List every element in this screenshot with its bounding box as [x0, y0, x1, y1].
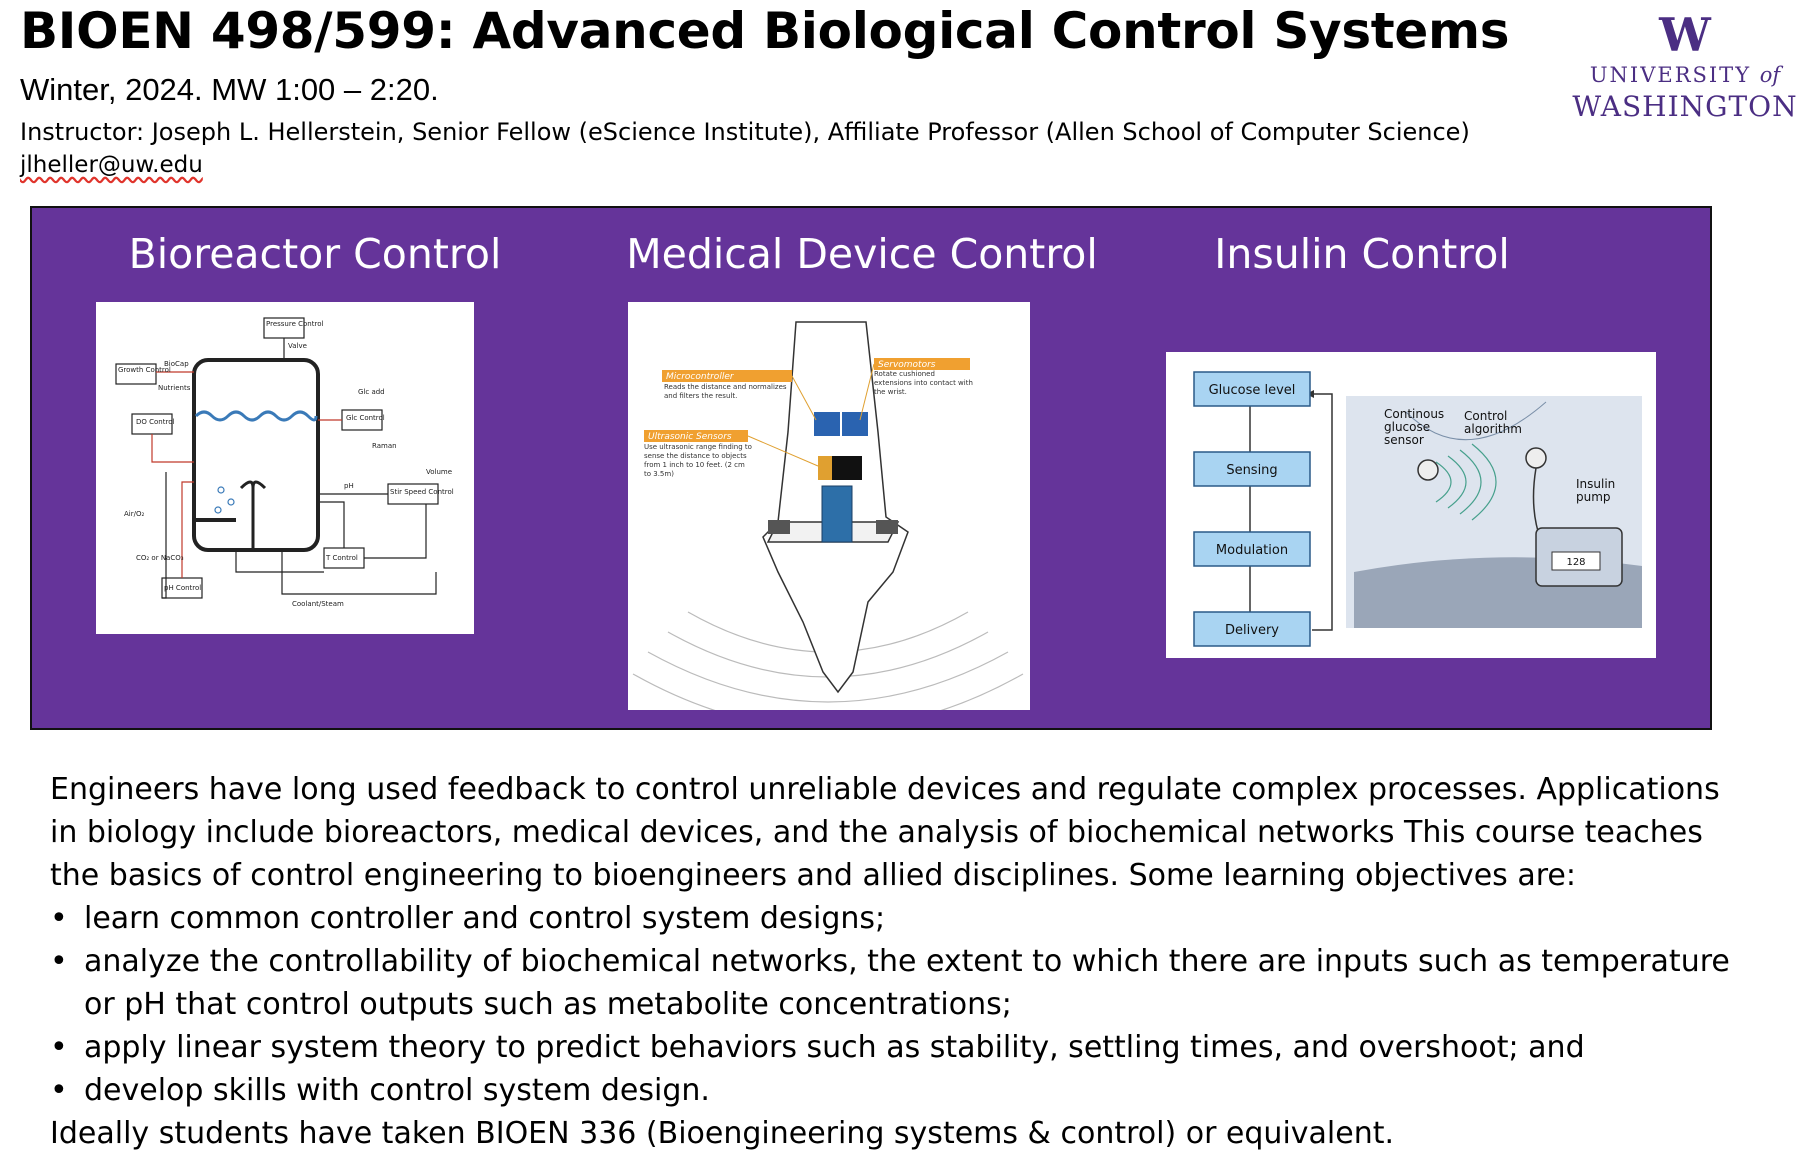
flow-glucose-level: Glucose level [1209, 383, 1296, 398]
course-description: Engineers have long used feedback to con… [50, 768, 1750, 1155]
objective-text: analyze the controllability of biochemic… [84, 944, 1730, 1022]
flow-delivery: Delivery [1225, 623, 1279, 638]
logo-university-line: UNIVERSITY of [1572, 60, 1798, 90]
objectives-list: • learn common controller and control sys… [50, 897, 1750, 1112]
cgm-label: Continous glucose sensor [1384, 408, 1445, 447]
valve-label: Valve [288, 342, 307, 350]
logo-of-text: of [1759, 63, 1781, 87]
glc-control-label: Glc Control [346, 414, 385, 422]
air-o2-label: Air/O₂ [124, 510, 144, 518]
wrist-device-illustration: Microcontroller Reads the distance and n… [628, 302, 1030, 730]
raman-label: Raman [372, 442, 397, 450]
list-item: • analyze the controllability of biochemi… [50, 940, 1750, 1026]
microcontroller-callout-heading: Microcontroller [666, 372, 735, 382]
flow-sensing: Sensing [1226, 463, 1277, 478]
list-item: • learn common controller and control sys… [50, 897, 1750, 940]
ph-control-label: pH Control [164, 584, 201, 592]
ph-sensor-label: pH [344, 482, 354, 490]
logo-university-text: UNIVERSITY [1589, 63, 1752, 87]
servomotors-callout-heading: Servomotors [878, 360, 936, 370]
do-control-label: DO Control [136, 418, 174, 426]
stir-speed-control-label: Stir Speed Control [390, 488, 454, 496]
bioreactor-diagram: Pressure Control Valve Growth Control Bi… [96, 302, 474, 634]
nutrients-label: Nutrients [158, 384, 191, 392]
list-item: • develop skills with control system desi… [50, 1069, 1750, 1112]
uw-w-mark: W [1659, 8, 1711, 62]
bullet-icon: • [50, 1030, 68, 1065]
intro-paragraph: Engineers have long used feedback to con… [50, 772, 1720, 893]
co2-label: CO₂ or NaCO₃ [136, 554, 184, 562]
bullet-icon: • [50, 901, 68, 936]
objective-text: apply linear system theory to predict be… [84, 1030, 1585, 1065]
control-algorithm-label: Control algorithm [1464, 410, 1522, 436]
bioreactor-panel-title: Bioreactor Control [128, 230, 502, 278]
instructor-info: Instructor: Joseph L. Hellerstein, Senio… [20, 118, 1470, 146]
prerequisite-note: Ideally students have taken BIOEN 336 (B… [50, 1116, 1395, 1151]
bullet-icon: • [50, 944, 68, 979]
servomotors-callout-text: Rotate cushioned extensions into contact… [874, 370, 973, 396]
medical-device-panel-title: Medical Device Control [626, 230, 1098, 278]
microcontroller-callout-text: Reads the distance and normalizes and fi… [664, 383, 787, 400]
instructor-email-link[interactable]: jlheller@uw.edu [20, 152, 203, 178]
university-logo: W UNIVERSITY of WASHINGTON [1572, 10, 1798, 128]
flow-modulation: Modulation [1216, 543, 1288, 558]
objective-text: develop skills with control system desig… [84, 1073, 710, 1108]
course-schedule: Winter, 2024. MW 1:00 – 2:20. [20, 72, 439, 107]
volume-label: Volume [426, 468, 452, 476]
application-banner: Bioreactor Control Pressure Control Valv… [30, 206, 1712, 730]
ultrasonic-callout-text: Use ultrasonic range finding to sense th… [644, 443, 752, 478]
glc-add-label: Glc add [358, 388, 385, 396]
objective-text: learn common controller and control syst… [84, 901, 886, 936]
coolant-steam-label: Coolant/Steam [292, 600, 344, 608]
insulin-control-diagram: Glucose level Sensing Modulation Deliver… [1166, 352, 1656, 658]
bullet-icon: • [50, 1073, 68, 1108]
page-title: BIOEN 498/599: Advanced Biological Contr… [20, 2, 1510, 60]
list-item: • apply linear system theory to predict b… [50, 1026, 1750, 1069]
pump-display-value: 128 [1566, 557, 1585, 568]
insulin-panel-title: Insulin Control [1214, 230, 1510, 278]
t-control-label: T Control [325, 554, 358, 562]
insulin-pump-label: Insulin pump [1576, 478, 1616, 504]
growth-control-label: Growth Control [118, 366, 171, 374]
biocap-label: BioCap [164, 360, 189, 368]
logo-washington-line: WASHINGTON [1572, 90, 1798, 123]
pressure-control-label: Pressure Control [266, 320, 323, 328]
ultrasonic-callout-heading: Ultrasonic Sensors [648, 432, 732, 442]
